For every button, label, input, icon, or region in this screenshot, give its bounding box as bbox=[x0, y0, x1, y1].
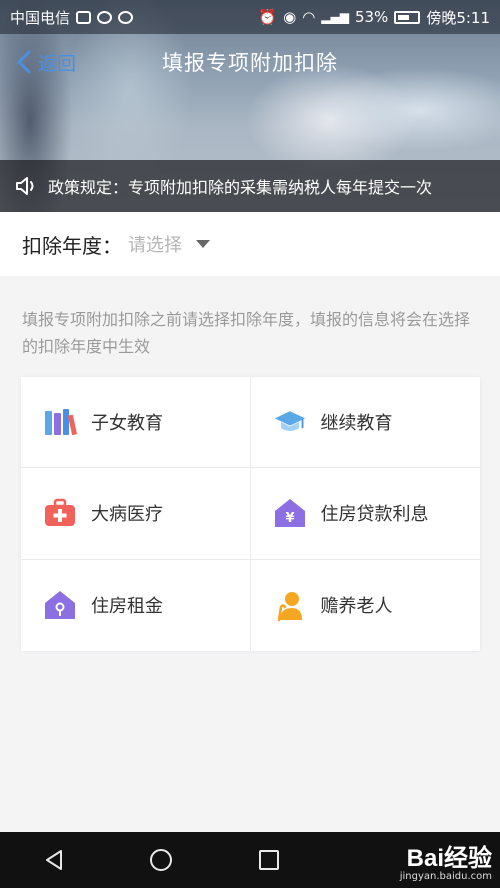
recents-square-icon bbox=[258, 850, 279, 870]
year-dropdown[interactable]: 请选择 bbox=[128, 231, 210, 257]
category-label: 赡养老人 bbox=[320, 596, 393, 618]
category-label: 子女教育 bbox=[91, 413, 163, 435]
battery-icon bbox=[394, 10, 421, 24]
app-notification-icon bbox=[97, 10, 113, 24]
message-notification-icon bbox=[118, 10, 134, 24]
category-housing-rent[interactable]: 住房租金 bbox=[21, 559, 251, 651]
signal-icon: ▂▄▆ bbox=[321, 10, 349, 24]
chevron-left-icon bbox=[17, 50, 31, 74]
medical-kit-icon bbox=[43, 496, 77, 530]
speaker-icon bbox=[16, 177, 34, 195]
house-key-icon bbox=[43, 588, 77, 622]
policy-banner: 政策规定：专项附加扣除的采集需纳税人每年提交一次 bbox=[0, 160, 500, 212]
category-housing-loan-interest[interactable]: ¥ 住房贷款利息 bbox=[250, 468, 480, 560]
carrier-name: 中国电信 bbox=[10, 8, 71, 27]
recents-button[interactable] bbox=[249, 840, 289, 880]
status-bar: 中国电信 ⏰ ◉ ◠ ▂▄▆ 53% 傍晚5:11 bbox=[0, 0, 500, 34]
year-placeholder: 请选择 bbox=[128, 235, 182, 256]
category-label: 住房租金 bbox=[91, 596, 163, 618]
year-selector-row: 扣除年度： 请选择 bbox=[0, 212, 500, 276]
category-children-education[interactable]: 子女教育 bbox=[21, 377, 251, 469]
graduation-cap-icon bbox=[273, 405, 307, 439]
alarm-icon: ⏰ bbox=[258, 8, 278, 26]
books-icon bbox=[43, 405, 77, 439]
house-yuan-icon: ¥ bbox=[273, 496, 307, 530]
year-label: 扣除年度： bbox=[22, 233, 122, 258]
wifi-icon: ◠ bbox=[302, 8, 316, 26]
watermark: Bai经验 jingyan.baidu.com bbox=[400, 838, 492, 882]
category-label: 继续教育 bbox=[320, 413, 393, 435]
svg-text:¥: ¥ bbox=[285, 511, 294, 526]
nav-bar: 返回 填报专项附加扣除 bbox=[0, 34, 500, 90]
category-serious-illness[interactable]: 大病医疗 bbox=[21, 468, 251, 560]
policy-text: 政策规定：专项附加扣除的采集需纳税人每年提交一次 bbox=[48, 178, 433, 197]
caret-down-icon bbox=[196, 240, 210, 248]
home-button[interactable] bbox=[141, 840, 181, 880]
category-continuing-education[interactable]: 继续教育 bbox=[250, 377, 480, 469]
category-label: 大病医疗 bbox=[91, 504, 163, 526]
eye-icon: ◉ bbox=[283, 8, 297, 26]
back-button[interactable]: 返回 bbox=[14, 46, 76, 78]
back-triangle-icon bbox=[45, 850, 62, 870]
status-right: ⏰ ◉ ◠ ▂▄▆ 53% 傍晚5:11 bbox=[258, 7, 490, 28]
category-elderly-support[interactable]: 赡养老人 bbox=[251, 560, 481, 651]
clock: 傍晚5:11 bbox=[426, 8, 490, 27]
elderly-person-icon bbox=[273, 588, 307, 622]
home-circle-icon bbox=[150, 849, 173, 871]
battery-percent: 53% bbox=[354, 8, 389, 26]
watermark-url: jingyan.baidu.com bbox=[399, 871, 492, 882]
back-label: 返回 bbox=[38, 52, 77, 75]
category-grid: 子女教育 继续教育 大病医疗 ¥ 住房贷款利息 住房租金 赡养老人 bbox=[21, 377, 480, 651]
image-notification-icon bbox=[76, 10, 92, 24]
page-title: 填报专项附加扣除 bbox=[162, 51, 338, 75]
category-label: 住房贷款利息 bbox=[320, 504, 429, 526]
status-left: 中国电信 bbox=[10, 7, 134, 28]
hint-text: 填报专项附加扣除之前请选择扣除年度，填报的信息将会在选择的扣除年度中生效 bbox=[22, 310, 471, 356]
watermark-logo: Bai经验 bbox=[406, 845, 492, 872]
back-triangle-button[interactable] bbox=[34, 840, 74, 880]
